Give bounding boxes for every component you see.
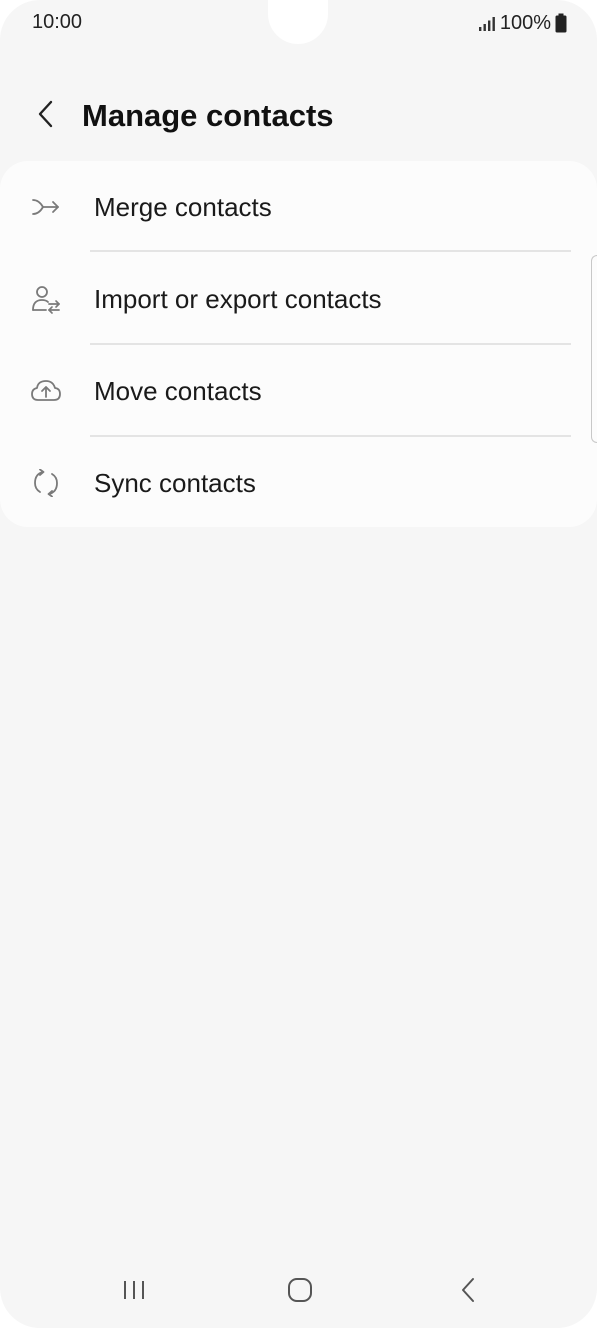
battery-percentage: 100% — [499, 11, 551, 34]
home-icon — [287, 1277, 313, 1308]
divider — [90, 250, 571, 252]
menu-item-import-export-contacts[interactable]: Import or export contacts — [0, 253, 597, 345]
menu-card: Merge contacts Import or export contacts — [0, 161, 597, 527]
cloud-upload-icon — [30, 375, 62, 407]
nav-back-button[interactable] — [438, 1262, 498, 1322]
person-transfer-icon — [30, 283, 62, 315]
menu-item-merge-contacts[interactable]: Merge contacts — [0, 161, 597, 253]
status-bar: 10:00 100% — [0, 0, 597, 46]
app-header: Manage contacts — [0, 88, 597, 144]
battery-icon — [555, 13, 567, 33]
menu-item-move-contacts[interactable]: Move contacts — [0, 345, 597, 437]
signal-icon — [478, 15, 496, 31]
chevron-left-icon — [36, 98, 56, 135]
home-button[interactable] — [270, 1262, 330, 1322]
screen: 10:00 100% Manage contacts Merge contact… — [0, 0, 597, 1328]
system-nav-bar — [0, 1262, 597, 1328]
recent-apps-button[interactable] — [104, 1262, 164, 1322]
menu-item-sync-contacts[interactable]: Sync contacts — [0, 437, 597, 529]
back-button[interactable] — [28, 96, 64, 136]
merge-arrow-icon — [30, 191, 62, 223]
menu-item-label: Move contacts — [94, 376, 262, 406]
back-icon — [460, 1277, 476, 1308]
page-title: Manage contacts — [82, 98, 334, 133]
camera-notch — [268, 0, 328, 44]
sync-icon — [30, 467, 62, 499]
scroll-indicator[interactable] — [591, 255, 597, 443]
status-time: 10:00 — [32, 11, 83, 33]
menu-item-label: Sync contacts — [94, 468, 256, 498]
menu-item-label: Import or export contacts — [94, 284, 382, 314]
menu-item-label: Merge contacts — [94, 192, 272, 222]
recent-apps-icon — [121, 1279, 147, 1306]
status-indicators: 100% — [478, 11, 567, 35]
